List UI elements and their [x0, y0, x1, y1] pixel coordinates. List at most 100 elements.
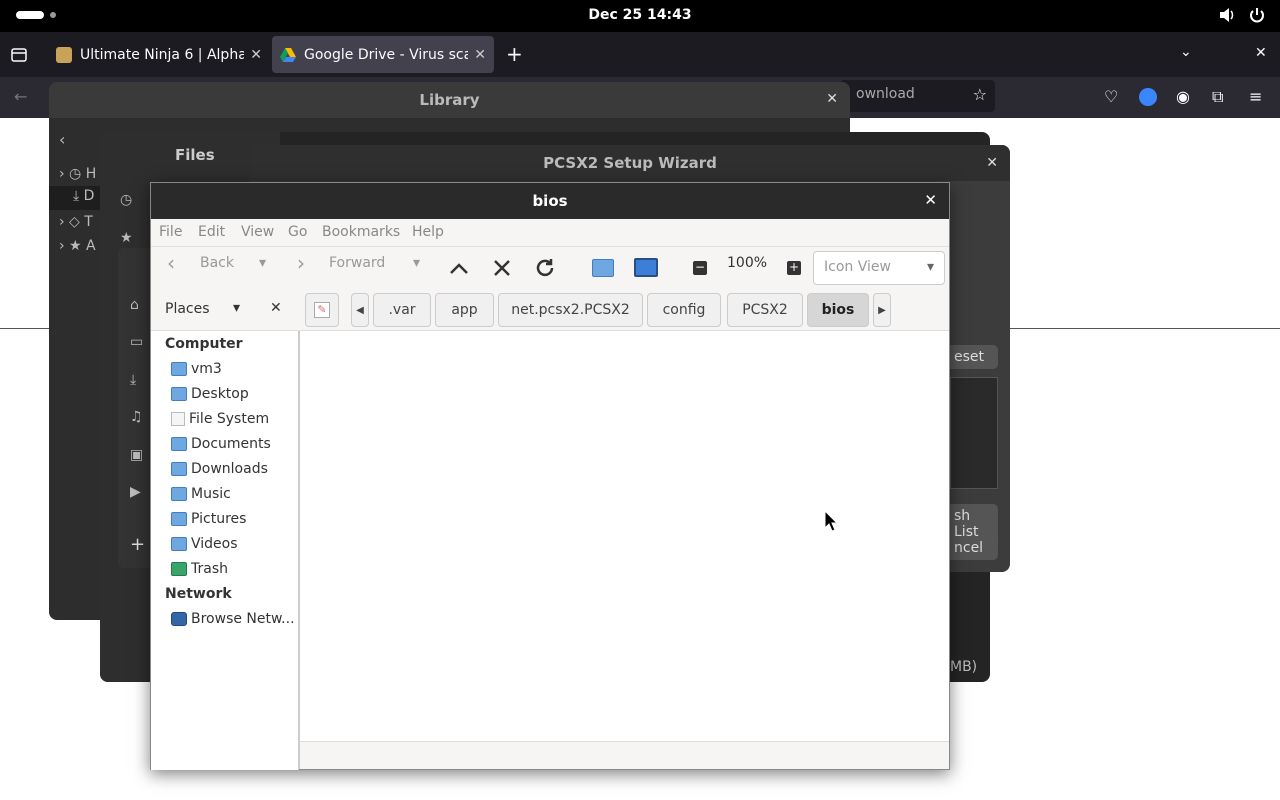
place-videos[interactable]: Videos [171, 533, 238, 555]
extension-blue-icon[interactable] [1139, 88, 1157, 106]
path-crumb-app[interactable]: app [435, 293, 494, 327]
videos-icon[interactable]: ▶ [130, 484, 141, 500]
place-trash[interactable]: Trash [171, 558, 228, 580]
menu-help[interactable]: Help [412, 224, 444, 240]
downloads-icon[interactable]: ⤓ [130, 372, 136, 388]
path-crumb-var[interactable]: .var [373, 293, 431, 327]
url-bar[interactable]: ownload ☆ [840, 80, 995, 112]
extensions-icon[interactable]: ⧉ [1212, 87, 1223, 107]
file-view-area[interactable] [299, 331, 949, 741]
menu-bookmarks[interactable]: Bookmarks [322, 224, 400, 240]
documents-icon[interactable]: ▭ [130, 334, 143, 350]
back-arrow-icon[interactable]: ← [14, 87, 27, 106]
toolbar: ‹ Back ▾ › Forward ▾ − 100% + Icon View … [151, 247, 949, 289]
ninja-favicon-icon [56, 46, 72, 63]
reset-button[interactable]: eset [946, 345, 998, 369]
back-arrow-icon[interactable]: ‹ [59, 130, 65, 149]
clock[interactable]: Dec 25 14:43 [540, 7, 740, 23]
add-location-icon[interactable]: + [130, 534, 145, 555]
starred-icon[interactable]: ★ [120, 230, 133, 246]
forward-button[interactable]: Forward [329, 255, 385, 271]
pocket-icon[interactable]: ♡ [1104, 87, 1118, 106]
activities-button[interactable] [16, 11, 56, 19]
downloads-tree-item[interactable]: ⤓ D [73, 188, 94, 204]
places-sidebar: Computer vm3 Desktop File System Documen… [151, 331, 299, 770]
close-sidebar-icon[interactable]: ✕ [270, 300, 282, 316]
home-icon[interactable]: ⌂ [130, 297, 139, 313]
close-icon[interactable]: ✕ [474, 47, 486, 63]
places-dropdown-icon[interactable]: ▾ [233, 300, 240, 316]
place-label: Browse Netw... [191, 611, 295, 627]
close-window-icon[interactable]: ✕ [1255, 45, 1267, 61]
stop-icon[interactable] [492, 258, 512, 278]
back-chevron-icon[interactable]: ‹ [167, 251, 175, 275]
view-mode-select[interactable]: Icon View ▾ [813, 251, 945, 285]
tab-overview-icon[interactable] [10, 46, 28, 64]
back-button[interactable]: Back [200, 255, 234, 271]
path-bar: Places ▾ ✕ ✎ ◀ .var app net.pcsx2.PCSX2 … [151, 289, 949, 331]
close-icon[interactable]: ✕ [924, 191, 937, 209]
place-label: Documents [191, 436, 271, 452]
menu-view[interactable]: View [241, 224, 274, 240]
place-music[interactable]: Music [171, 483, 231, 505]
zoom-out-icon[interactable]: − [693, 261, 707, 275]
home-folder-icon[interactable] [592, 259, 614, 277]
place-downloads[interactable]: Downloads [171, 458, 268, 480]
pictures-icon[interactable]: ▣ [130, 447, 143, 463]
zoom-level: 100% [727, 255, 768, 271]
place-documents[interactable]: Documents [171, 433, 271, 455]
zoom-in-icon[interactable]: + [787, 261, 801, 275]
cancel-button[interactable]: ncel [946, 536, 998, 560]
hamburger-menu-icon[interactable]: ≡ [1249, 87, 1262, 106]
tab-title: Google Drive - Virus scan [304, 46, 469, 63]
music-icon[interactable]: ♫ [130, 409, 143, 425]
places-label: Places [165, 301, 210, 317]
place-label: File System [189, 411, 270, 427]
reload-icon[interactable] [533, 256, 557, 280]
computer-section-header: Computer [165, 336, 243, 352]
computer-icon[interactable] [634, 258, 658, 277]
close-icon[interactable]: ✕ [826, 91, 838, 107]
forward-history-dropdown-icon[interactable]: ▾ [413, 255, 420, 271]
path-crumb-config[interactable]: config [647, 293, 721, 327]
path-scroll-right-button[interactable]: ▶ [873, 293, 891, 327]
place-pictures[interactable]: Pictures [171, 508, 246, 530]
system-tray[interactable] [1218, 6, 1266, 24]
tab-title: Ultimate Ninja 6 | Alpha 2 [80, 46, 245, 63]
history-tree-item[interactable]: › ◷ H [59, 166, 96, 182]
videos-folder-icon [171, 537, 187, 551]
tab-google-drive[interactable]: Google Drive - Virus scan ✕ [272, 36, 494, 73]
back-history-dropdown-icon[interactable]: ▾ [259, 255, 266, 271]
up-icon[interactable] [448, 258, 470, 278]
status-bar [299, 741, 949, 769]
recent-icon[interactable]: ◷ [120, 192, 132, 208]
place-label: Desktop [191, 386, 249, 402]
firefox-tab-strip: Ultimate Ninja 6 | Alpha 2 ✕ Google Driv… [0, 32, 1280, 77]
place-browse-network[interactable]: Browse Netw... [171, 608, 295, 630]
menu-go[interactable]: Go [288, 224, 307, 240]
place-vm3[interactable]: vm3 [171, 358, 222, 380]
place-file-system[interactable]: File System [171, 408, 269, 430]
network-icon [171, 612, 187, 626]
wizard-size-label: MB) [950, 659, 978, 675]
close-icon[interactable]: ✕ [250, 47, 262, 63]
tags-tree-item[interactable]: › ◇ T [59, 214, 93, 230]
menu-edit[interactable]: Edit [198, 224, 225, 240]
all-bookmarks-tree-item[interactable]: › ★ A [59, 238, 96, 254]
close-icon[interactable]: ✕ [986, 155, 998, 171]
place-desktop[interactable]: Desktop [171, 383, 249, 405]
account-icon[interactable]: ◉ [1176, 87, 1190, 106]
new-tab-icon[interactable]: + [506, 42, 523, 66]
path-crumb-bios[interactable]: bios [807, 293, 869, 327]
path-crumb-net-pcsx2[interactable]: net.pcsx2.PCSX2 [498, 293, 643, 327]
edit-location-button[interactable]: ✎ [305, 293, 339, 327]
path-scroll-left-button[interactable]: ◀ [351, 293, 369, 327]
forward-chevron-icon[interactable]: › [297, 251, 305, 275]
bookmark-star-icon[interactable]: ☆ [973, 85, 987, 104]
menu-file[interactable]: File [159, 224, 182, 240]
tab-ultimate-ninja[interactable]: Ultimate Ninja 6 | Alpha 2 ✕ [48, 36, 270, 73]
window-title: PCSX2 Setup Wizard [250, 145, 1010, 181]
downloads-folder-icon [171, 462, 187, 476]
list-tabs-chevron-icon[interactable]: ⌄ [1180, 44, 1192, 60]
path-crumb-pcsx2[interactable]: PCSX2 [727, 293, 803, 327]
